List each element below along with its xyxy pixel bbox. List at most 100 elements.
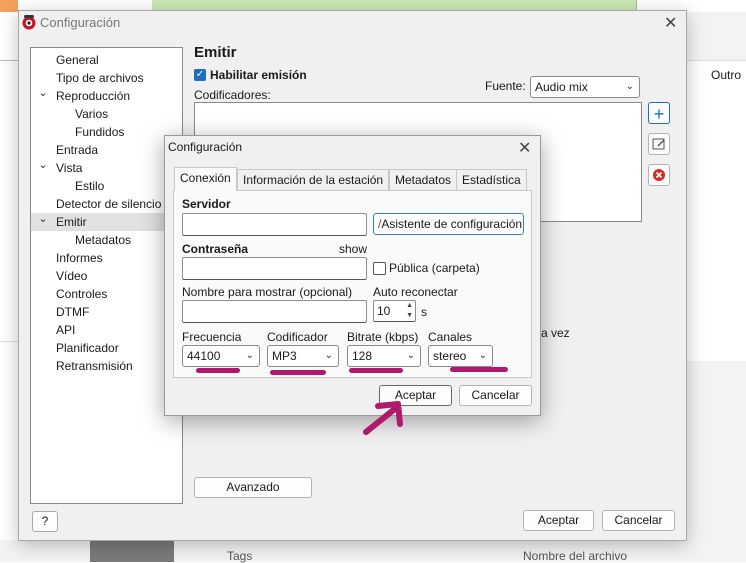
annotation-underline-channels xyxy=(450,367,508,372)
tree-item-label: Metadatos xyxy=(75,233,132,247)
tree-item-dtmf[interactable]: DTMF xyxy=(31,303,180,321)
auto-reconnect-value: 10 xyxy=(377,304,391,318)
remove-encoder-icon[interactable] xyxy=(648,164,670,186)
tree-item-label: Estilo xyxy=(75,179,105,193)
tab-statistics[interactable]: Estadística xyxy=(456,169,527,190)
spinner-arrows-icon[interactable]: ▲ ▼ xyxy=(406,301,413,321)
tree-item-api[interactable]: API xyxy=(31,321,180,339)
tree-item-label: Vídeo xyxy=(56,269,88,283)
background-filename-label: Nombre del archivo xyxy=(523,549,628,563)
tree-item-tipo-de-archivos[interactable]: Tipo de archivos xyxy=(31,69,180,87)
public-label: Pública (carpeta) xyxy=(389,261,480,275)
annotation-underline-codec xyxy=(270,370,326,375)
background-orange-strip xyxy=(0,0,18,12)
auto-reconnect-label: Auto reconectar xyxy=(373,285,458,299)
background-dark-block xyxy=(90,540,174,562)
codec-value: MP3 xyxy=(272,349,297,363)
tree-item-detector-de-silencio[interactable]: Detector de silencio xyxy=(31,195,180,213)
add-encoder-plus-icon[interactable]: + xyxy=(648,102,670,124)
annotation-underline-frequency xyxy=(196,368,240,373)
close-icon[interactable]: ✕ xyxy=(664,13,677,33)
tree-item-informes[interactable]: Informes xyxy=(31,249,180,267)
source-label: Fuente: xyxy=(485,79,526,93)
help-button[interactable]: ? xyxy=(32,511,58,532)
tree-item-planificador[interactable]: Planificador xyxy=(31,339,180,357)
bitrate-select[interactable]: 128 ⌄ xyxy=(347,345,421,367)
section-title: Emitir xyxy=(194,44,237,61)
display-name-input[interactable] xyxy=(182,300,367,323)
tree-item-label: Emitir xyxy=(56,215,87,229)
inner-close-icon[interactable]: ✕ xyxy=(518,138,531,158)
password-label: Contraseña xyxy=(182,242,249,256)
background-tags-label: Tags xyxy=(227,549,253,563)
server-input[interactable] xyxy=(182,213,367,236)
annotation-arrow-icon xyxy=(363,401,403,435)
expand-chevron-icon[interactable]: ⌄ xyxy=(38,156,48,174)
chevron-down-icon: ⌄ xyxy=(245,350,254,361)
setup-wizard-button[interactable]: /Asistente de configuración xyxy=(373,213,524,235)
auto-reconnect-spinner[interactable]: 10 ▲ ▼ xyxy=(373,300,416,322)
tree-item-label: API xyxy=(56,323,76,337)
tree-item-label: Varios xyxy=(75,107,109,121)
auto-reconnect-unit: s xyxy=(421,305,427,319)
enable-broadcast-label: Habilitar emisión xyxy=(210,68,307,82)
tree-item-label: Detector de silencio xyxy=(56,197,162,211)
background-partial-text: a vez xyxy=(541,326,570,340)
inner-dialog-title: Configuración xyxy=(168,140,243,154)
bitrate-label: Bitrate (kbps) xyxy=(347,330,419,344)
tab-station-info[interactable]: Información de la estación xyxy=(237,169,390,190)
expand-chevron-icon[interactable]: ⌄ xyxy=(38,210,48,228)
settings-tree[interactable]: General Tipo de archivos ⌄ Reproducción Vari… xyxy=(30,47,183,504)
tree-item-label: Tipo de archivos xyxy=(56,71,144,85)
tree-item-fundidos[interactable]: Fundidos xyxy=(31,123,180,141)
tree-item-label: Planificador xyxy=(56,341,119,355)
main-cancel-button[interactable]: Cancelar xyxy=(602,510,675,531)
codec-select[interactable]: MP3 ⌄ xyxy=(267,345,339,367)
tree-item-controles[interactable]: Controles xyxy=(31,285,180,303)
server-label: Servidor xyxy=(182,197,231,211)
advanced-button[interactable]: Avanzado xyxy=(194,477,312,498)
show-password-link[interactable]: show xyxy=(339,242,367,256)
tree-item-estilo[interactable]: Estilo xyxy=(31,177,180,195)
enable-broadcast-checkbox[interactable]: ✓ xyxy=(194,69,206,81)
tree-item-reproducción[interactable]: ⌄ Reproducción xyxy=(31,87,180,105)
tree-item-label: Informes xyxy=(56,251,103,265)
channels-value: stereo xyxy=(433,349,467,363)
background-right-list xyxy=(686,60,746,361)
setup-wizard-label: Asistente de configuración xyxy=(381,217,523,231)
tree-item-label: DTMF xyxy=(56,305,90,319)
tree-item-vídeo[interactable]: Vídeo xyxy=(31,267,180,285)
source-select[interactable]: Audio mix ⌄ xyxy=(530,76,640,98)
dialog-title: Configuración xyxy=(40,15,121,30)
frequency-value: 44100 xyxy=(187,349,221,363)
app-logo-icon xyxy=(22,15,36,30)
inner-cancel-button[interactable]: Cancelar xyxy=(459,385,532,406)
tab-metadata[interactable]: Metadatos xyxy=(389,169,458,190)
expand-chevron-icon[interactable]: ⌄ xyxy=(38,84,48,102)
channels-select[interactable]: stereo ⌄ xyxy=(428,345,493,367)
encoders-label: Codificadores: xyxy=(194,88,271,102)
edit-encoder-icon[interactable] xyxy=(648,133,670,155)
chevron-down-icon: ⌄ xyxy=(324,350,333,361)
tree-item-label: Controles xyxy=(56,287,108,301)
frequency-select[interactable]: 44100 ⌄ xyxy=(182,345,260,367)
tree-item-retransmisión[interactable]: Retransmisión xyxy=(31,357,180,375)
source-select-value: Audio mix xyxy=(535,80,588,94)
chevron-down-icon: ⌄ xyxy=(625,81,634,92)
tree-item-metadatos[interactable]: Metadatos xyxy=(31,231,180,249)
channels-label: Canales xyxy=(428,330,473,344)
tree-item-entrada[interactable]: Entrada xyxy=(31,141,180,159)
tree-item-emitir[interactable]: ⌄ Emitir xyxy=(31,213,180,231)
tree-item-varios[interactable]: Varios xyxy=(31,105,180,123)
tree-item-vista[interactable]: ⌄ Vista xyxy=(31,159,180,177)
background-outro-label: Outro xyxy=(711,68,742,82)
tree-item-label: Fundidos xyxy=(75,125,125,139)
tree-item-label: Entrada xyxy=(56,143,99,157)
tree-item-label: Retransmisión xyxy=(56,359,133,373)
frequency-label: Frecuencia xyxy=(182,330,242,344)
main-ok-button[interactable]: Aceptar xyxy=(523,510,594,531)
public-checkbox[interactable] xyxy=(373,262,386,275)
tab-connection[interactable]: Conexión xyxy=(174,167,237,191)
password-input[interactable] xyxy=(182,257,367,280)
tree-item-general[interactable]: General xyxy=(31,51,180,69)
